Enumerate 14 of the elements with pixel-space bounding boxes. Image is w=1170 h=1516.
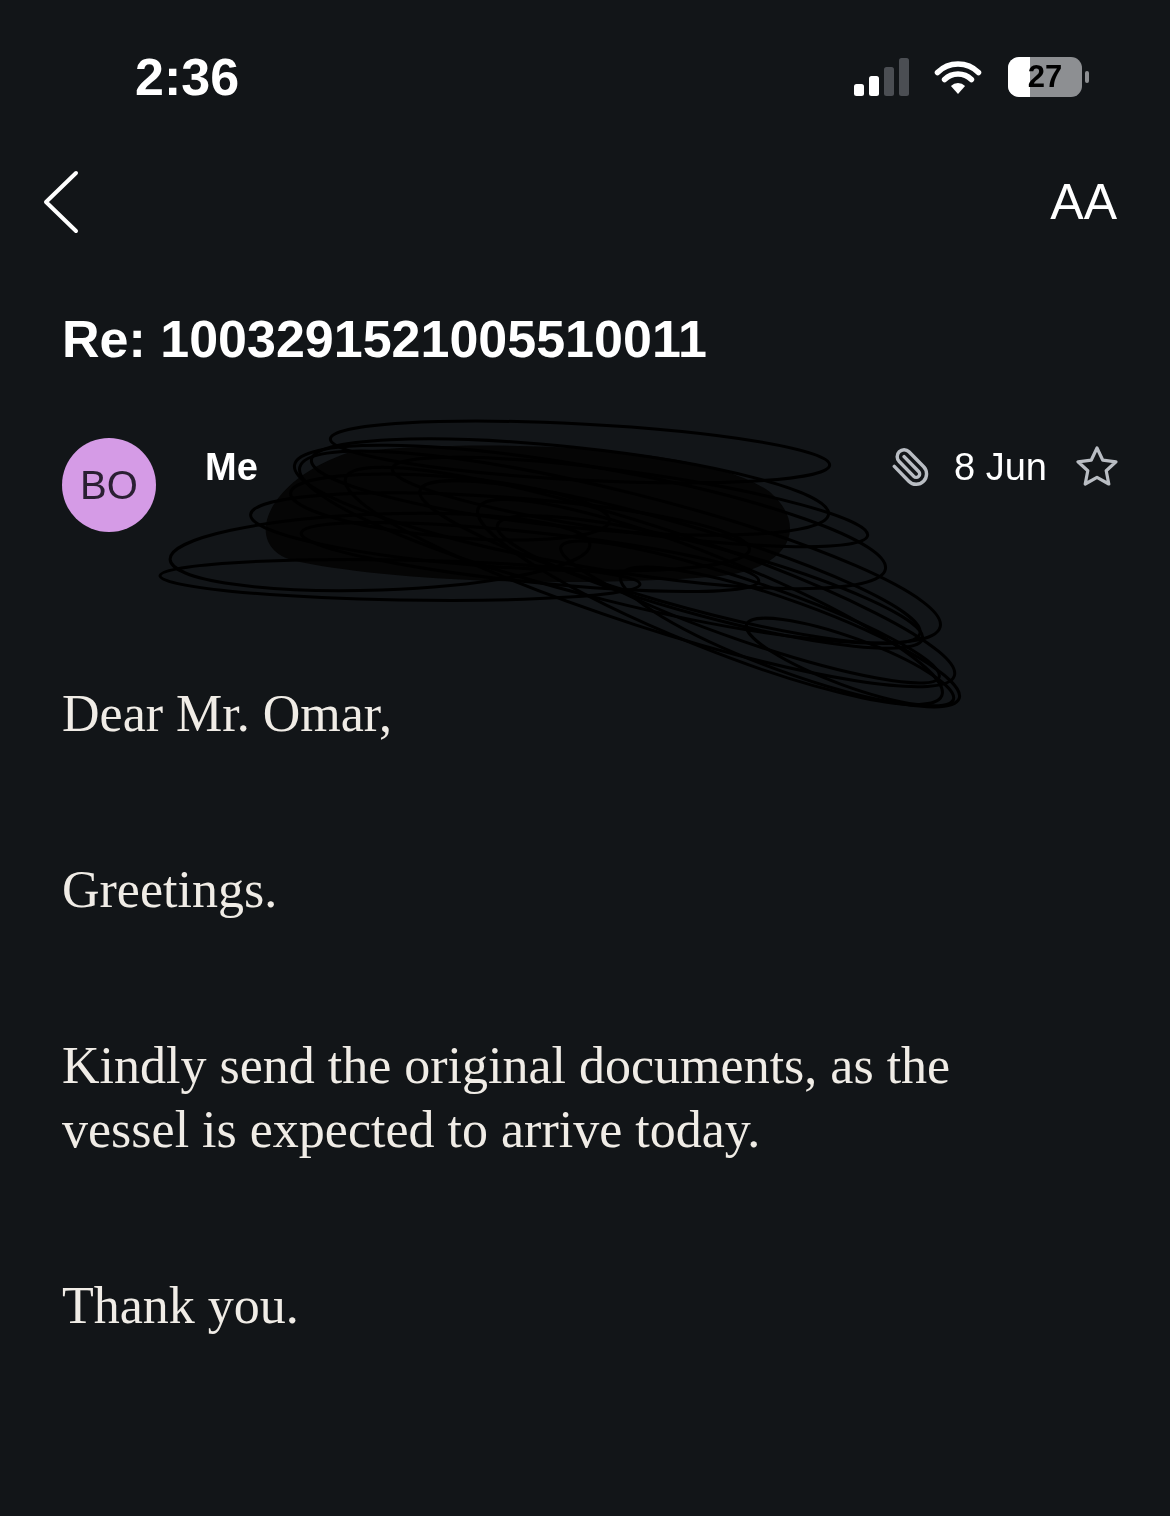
star-icon[interactable]	[1075, 446, 1119, 488]
body-paragraph: Kindly send the original documents, as the vessel is expected to arrive today.	[62, 1036, 952, 1160]
wifi-icon	[932, 59, 984, 95]
status-time: 2:36	[135, 47, 240, 107]
sender-name: Me	[205, 445, 258, 490]
body-paragraph: Greetings.	[62, 860, 279, 920]
back-chevron-icon[interactable]	[43, 170, 79, 234]
body-paragraph: Dear Mr. Omar,	[62, 684, 394, 744]
email-subject: Re: 1003291521005510011	[62, 309, 707, 369]
message-date: 8 Jun	[954, 445, 1047, 490]
sender-avatar: BO	[62, 438, 156, 532]
body-paragraph: Thank you.	[62, 1276, 300, 1336]
text-size-button[interactable]: AA	[1050, 174, 1117, 230]
signal-icon	[854, 58, 910, 96]
